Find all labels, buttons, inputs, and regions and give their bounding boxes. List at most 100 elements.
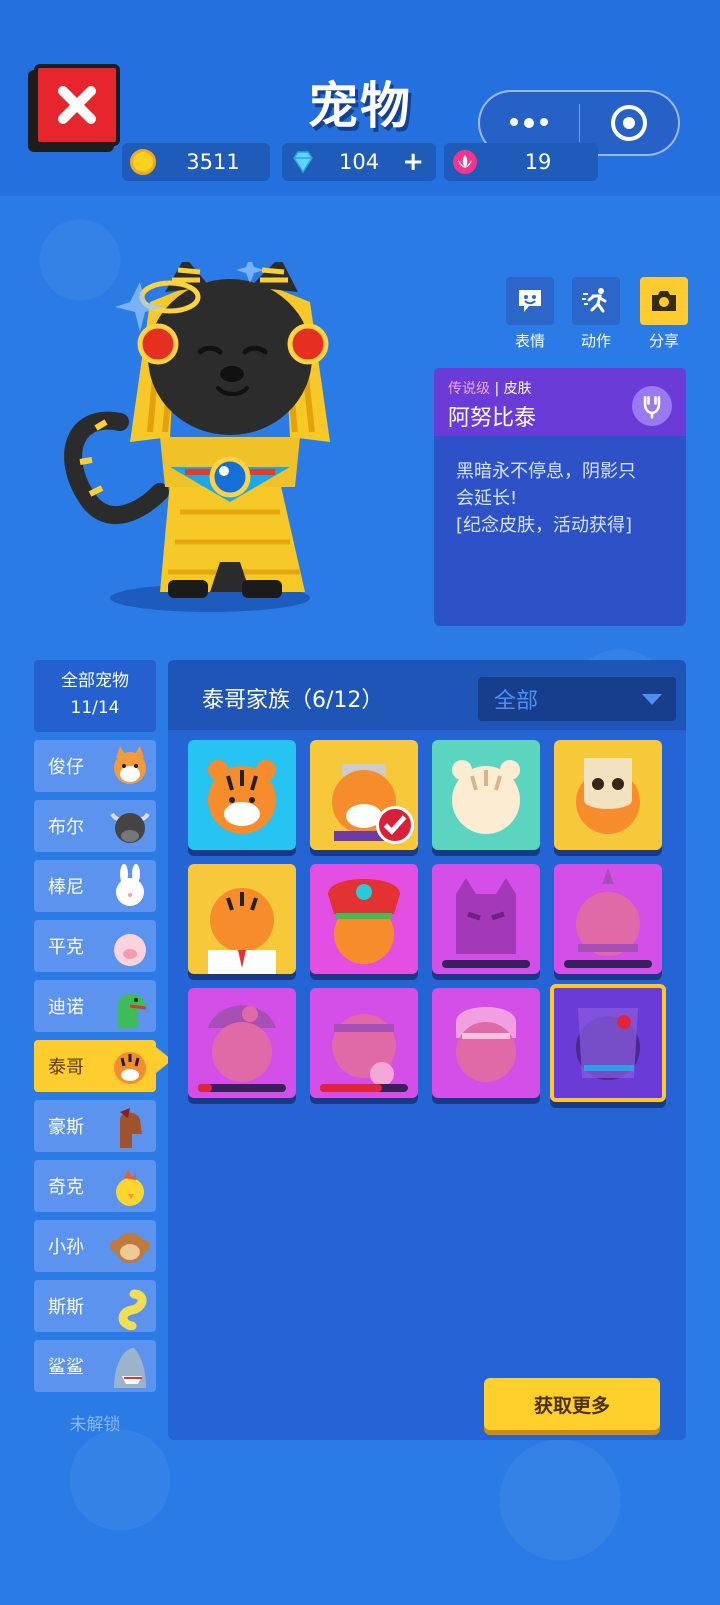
action-label: 动作 xyxy=(580,332,611,350)
sidebar-item-shasha[interactable]: 鲨鲨 xyxy=(34,1340,156,1392)
target-icon xyxy=(610,105,647,141)
diamond-balance: 104 + xyxy=(282,143,436,181)
emote-button[interactable] xyxy=(506,277,554,325)
progress-bar xyxy=(198,1084,286,1092)
sidebar-item-qike[interactable]: 奇克 xyxy=(34,1160,156,1212)
coin-icon xyxy=(130,149,156,175)
diamond-icon xyxy=(293,151,313,174)
skin-slot-classic[interactable] xyxy=(188,740,296,850)
bunny-icon xyxy=(116,864,144,906)
sidebar-item-bangni[interactable]: 棒尼 xyxy=(34,860,156,912)
warrior-tiger-silhouette-icon xyxy=(456,1007,516,1082)
shiba-icon xyxy=(114,746,146,784)
emote-label: 表情 xyxy=(514,332,545,350)
wizard-tiger-silhouette-icon xyxy=(208,1005,276,1082)
horse-icon xyxy=(120,1108,142,1148)
sidebar-item-haosi[interactable]: 豪斯 xyxy=(34,1100,156,1152)
shark-icon xyxy=(114,1348,146,1388)
skin-slot-locked-bat[interactable] xyxy=(432,864,540,974)
share-label: 分享 xyxy=(648,332,679,350)
skin-slot-locked-headband[interactable] xyxy=(310,988,418,1098)
lotus-value: 19 xyxy=(524,150,552,174)
skin-desc-line: 会延长! xyxy=(456,488,518,509)
add-diamond-button[interactable]: + xyxy=(402,147,424,177)
skin-desc-note: [纪念皮肤，活动获得] xyxy=(456,515,633,536)
sidebar-item-label: 斯斯 xyxy=(48,1297,84,1318)
skin-slot-anubis-selected[interactable] xyxy=(550,984,666,1102)
locked-label: 未解锁 xyxy=(69,1415,121,1435)
filter-dropdown[interactable]: 全部 xyxy=(478,677,676,721)
sidebar-item-junzai[interactable]: 俊仔 xyxy=(34,740,156,792)
tiger-skin-icon xyxy=(208,760,276,834)
family-title: 泰哥家族（6/12） xyxy=(202,688,384,713)
sidebar-item-pingke[interactable]: 平克 xyxy=(34,920,156,972)
lion-dance-tiger-icon xyxy=(328,879,400,964)
sidebar-item-label: 棒尼 xyxy=(48,877,84,898)
progress-bar xyxy=(320,1084,408,1092)
sidebar-item-label: 迪诺 xyxy=(48,997,84,1018)
skin-description: 黑暗永不停息，阴影只 会延长! [纪念皮肤，活动获得] xyxy=(434,436,686,539)
sidebar-item-sisi[interactable]: 斯斯 xyxy=(34,1280,156,1332)
checkmark-icon xyxy=(376,806,414,844)
punk-tiger-silhouette-icon xyxy=(576,868,640,956)
skull-mask-icon xyxy=(576,758,640,834)
bull-icon xyxy=(110,812,150,843)
bat-tiger-silhouette-icon xyxy=(456,878,516,954)
sidebar-item-label: 奇克 xyxy=(48,1177,84,1198)
anubis-tiger-icon xyxy=(576,1008,640,1080)
all-pets-count: 11/14 xyxy=(70,698,120,718)
share-button[interactable] xyxy=(640,277,688,325)
camera-icon xyxy=(652,291,676,311)
progress-bar xyxy=(564,960,652,968)
sidebar-item-buer[interactable]: 布尔 xyxy=(34,800,156,852)
lotus-icon xyxy=(453,150,477,174)
progress-fill xyxy=(198,1084,213,1092)
all-pets-label: 全部宠物 xyxy=(61,671,129,691)
dino-icon xyxy=(118,993,148,1028)
sidebar-item-taige[interactable]: 泰哥 xyxy=(34,1040,156,1092)
headband-tiger-silhouette-icon xyxy=(332,1014,396,1086)
pig-icon xyxy=(114,934,146,966)
tiger-icon xyxy=(114,1052,146,1084)
skin-slot-locked-warrior[interactable] xyxy=(432,988,540,1098)
skin-slot-mask[interactable] xyxy=(554,740,662,850)
rarity-separator: | xyxy=(494,381,500,397)
coin-balance: 3511 xyxy=(122,143,270,181)
chevron-down-icon xyxy=(642,694,662,705)
coin-value: 3511 xyxy=(186,150,240,174)
skin-type: 皮肤 xyxy=(503,381,532,397)
more-dot-icon xyxy=(510,118,519,126)
skin-slot-biker[interactable] xyxy=(310,740,418,850)
skin-info-header: 传说级 | 皮肤 阿努比泰 xyxy=(434,368,686,436)
get-more-button[interactable]: 获取更多 xyxy=(484,1378,660,1430)
chick-icon xyxy=(116,1170,144,1206)
action-button[interactable] xyxy=(572,277,620,325)
sidebar-item-xiaosun[interactable]: 小孙 xyxy=(34,1220,156,1272)
skin-slot-lion-dance[interactable] xyxy=(310,864,418,974)
progress-bar xyxy=(442,960,530,968)
emote-icon xyxy=(519,290,541,312)
progress-fill xyxy=(320,1084,382,1092)
skin-desc-line: 黑暗永不停息，阴影只 xyxy=(456,461,636,482)
sidebar-item-label: 俊仔 xyxy=(48,757,84,778)
skin-slot-sailor[interactable] xyxy=(188,864,296,974)
sidebar-item-label: 小孙 xyxy=(48,1237,84,1258)
exit-button[interactable] xyxy=(580,105,679,141)
skin-info-card: 传说级 | 皮肤 阿努比泰 黑暗永不停息，阴影只 会延长! [纪念皮肤，活动获得… xyxy=(434,368,686,626)
sidebar-all-pets[interactable]: 全部宠物 11/14 xyxy=(34,660,156,732)
more-button[interactable] xyxy=(480,118,579,128)
more-dot-icon xyxy=(540,118,549,126)
lotus-balance: 19 xyxy=(444,143,598,181)
sailor-tiger-icon xyxy=(208,888,276,974)
sidebar-item-label: 布尔 xyxy=(48,817,84,838)
skin-slot-locked-punk[interactable] xyxy=(554,864,662,974)
sidebar-item-label: 泰哥 xyxy=(48,1057,84,1078)
monkey-icon xyxy=(110,1233,150,1263)
sidebar-item-dinuo[interactable]: 迪诺 xyxy=(34,980,156,1032)
filter-value: 全部 xyxy=(494,689,539,714)
pet-character-anubis-tiger[interactable] xyxy=(50,262,390,622)
sidebar-item-label: 鲨鲨 xyxy=(48,1357,84,1378)
skin-slot-locked-wizard[interactable] xyxy=(188,988,296,1098)
skin-slot-white-tiger[interactable] xyxy=(432,740,540,850)
sidebar-item-label: 平克 xyxy=(48,937,84,958)
